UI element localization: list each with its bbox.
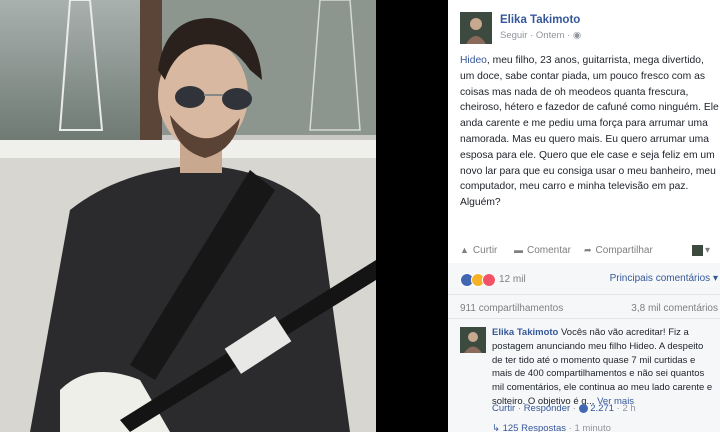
reaction-count: 12 mil: [499, 274, 526, 286]
comment-reply-link[interactable]: Responder: [524, 403, 570, 414]
post-meta: Seguir · Ontem · ◉: [500, 30, 581, 41]
post-actions: ▲ Curtir ▬ Comentar ➦ Compartilhar ▾: [460, 243, 714, 261]
replies-count: 125 Respostas: [502, 423, 566, 432]
tagged-person-link[interactable]: Hideo: [460, 55, 487, 66]
comment-like-count[interactable]: 2.271: [590, 403, 614, 414]
avatar-image: [460, 12, 492, 44]
comment-sort-dropdown[interactable]: Principais comentários ▾: [610, 273, 718, 284]
share-icon: ➦: [584, 245, 592, 255]
divider: [448, 294, 720, 295]
author-avatar[interactable]: [460, 12, 492, 44]
post-as-avatar: [692, 245, 703, 256]
replies-time: 1 minuto: [574, 423, 611, 432]
post-stats: 911 compartilhamentos 3,8 mil comentário…: [460, 303, 718, 314]
comment-label: Comentar: [527, 245, 571, 256]
love-reaction-icon: [482, 272, 496, 287]
comment-like-link[interactable]: Curtir: [492, 403, 515, 414]
comment-time[interactable]: 2 h: [623, 403, 636, 414]
commenter-avatar[interactable]: [460, 327, 486, 353]
author-name[interactable]: Elika Takimoto: [500, 14, 580, 26]
post-photo[interactable]: [0, 0, 376, 432]
reply-arrow-icon: ↳: [492, 423, 503, 432]
replies-link[interactable]: ↳ 125 Respostas · 1 minuto: [492, 423, 611, 432]
post-time[interactable]: Ontem: [536, 30, 565, 41]
comment-actions: Curtir · Responder · 2.271 · 2 h: [492, 403, 636, 414]
separator: ·: [614, 403, 623, 414]
follow-link[interactable]: Seguir: [500, 30, 527, 41]
like-label: Curtir: [472, 245, 498, 256]
comment-text: Vocês não vão acreditar! Fiz a postagem …: [492, 327, 713, 407]
share-count[interactable]: 911 compartilhamentos: [460, 303, 563, 314]
photo-illustration: [0, 0, 376, 432]
comment-icon: ▬: [514, 245, 523, 255]
separator: ·: [570, 403, 579, 414]
post-panel: Elika Takimoto Seguir · Ontem · ◉ Hideo,…: [448, 0, 720, 432]
globe-icon: · ◉: [567, 30, 582, 41]
share-button[interactable]: ➦ Compartilhar: [584, 245, 653, 256]
post-as-selector[interactable]: ▾: [692, 245, 710, 256]
comment-button[interactable]: ▬ Comentar: [514, 245, 571, 256]
divider: [448, 318, 720, 319]
like-button[interactable]: ▲ Curtir: [460, 245, 497, 256]
commenter-avatar-image: [460, 327, 486, 353]
chevron-down-icon: ▾: [705, 245, 711, 257]
comment-count[interactable]: 3,8 mil comentários: [631, 303, 718, 314]
share-label: Compartilhar: [595, 245, 653, 256]
reactions-summary[interactable]: 12 mil: [460, 271, 526, 287]
separator: ·: [515, 403, 524, 414]
comment: Elika Takimoto Vocês não vão acreditar! …: [492, 326, 714, 409]
post-body: Hideo, meu filho, 23 anos, guitarrista, …: [460, 53, 720, 211]
thumbs-up-icon: ▲: [460, 245, 469, 255]
post-text: , meu filho, 23 anos, guitarrista, mega …: [460, 55, 719, 209]
sort-chevron-icon: ▾: [712, 273, 718, 284]
post-header: Elika Takimoto Seguir · Ontem · ◉: [460, 12, 710, 44]
sort-label: Principais comentários: [609, 273, 711, 284]
commenter-name[interactable]: Elika Takimoto: [492, 327, 558, 338]
comment-like-icon: [578, 403, 588, 413]
